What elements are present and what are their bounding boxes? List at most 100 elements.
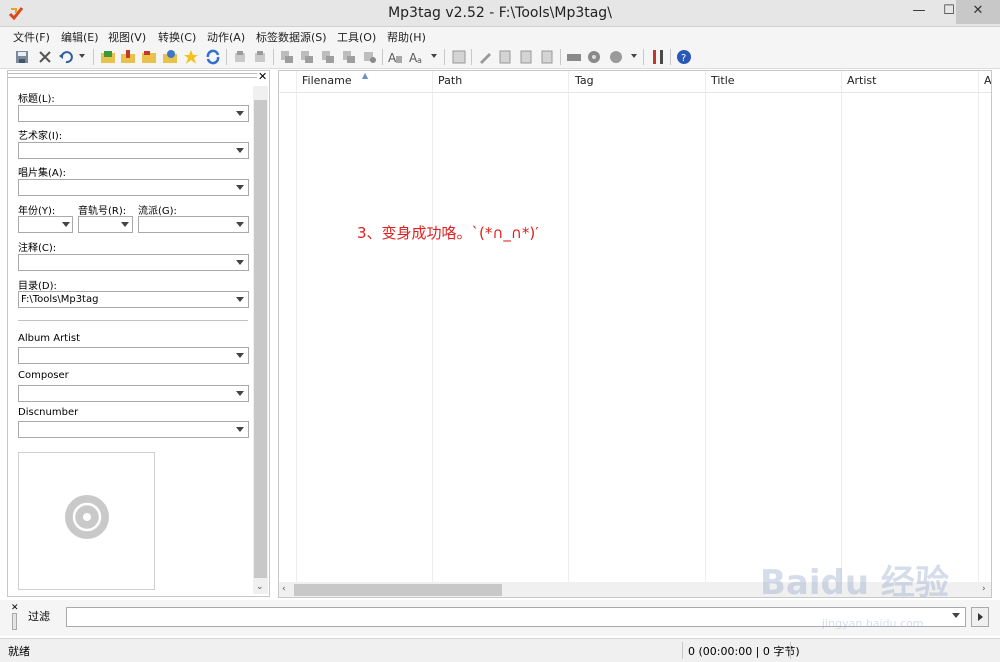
cover-art-box[interactable] [18,452,155,590]
scrollbar-thumb[interactable] [294,584,502,596]
chevron-down-icon[interactable] [62,222,70,227]
directory-label: 目录(D): [18,281,57,292]
scroll-left-icon[interactable]: ‹ [282,584,286,594]
sort-ascending-icon: ▲ [362,71,369,80]
column-path[interactable]: Path [438,74,462,87]
tools-icon[interactable] [650,49,666,65]
numbering-icon[interactable] [539,49,555,65]
album-label: 唱片集(A): [18,168,67,179]
help-icon[interactable]: ? [676,49,692,65]
header-divider [279,92,991,93]
case-dropdown-icon[interactable] [431,54,437,58]
actions-icon[interactable] [362,49,378,65]
composer-field[interactable] [18,385,249,402]
column-divider [841,71,842,583]
chevron-down-icon[interactable] [236,391,244,396]
year-label: 年份(Y): [18,206,56,217]
menu-actions[interactable]: 动作(A) [207,29,245,45]
folder-network-icon[interactable] [162,49,178,65]
title-label: 标题(L): [18,94,55,105]
undo-dropdown-icon[interactable] [79,54,85,58]
panel-scrollbar[interactable]: ⌄ [253,86,268,594]
album-artist-field[interactable] [18,347,249,364]
add-folder-icon[interactable] [120,49,136,65]
convert-tag-filename-icon[interactable] [299,49,315,65]
panel-grip[interactable] [7,73,257,78]
favorite-icon[interactable] [183,49,199,65]
chevron-down-icon[interactable] [236,222,244,227]
menu-convert[interactable]: 转换(C) [158,29,196,45]
genre-field[interactable] [138,216,249,233]
menu-view[interactable]: 视图(V) [108,29,146,45]
scroll-down-icon[interactable]: ⌄ [256,582,264,592]
playlist-icon[interactable] [141,49,157,65]
title-field[interactable] [18,105,249,122]
menu-tag-sources[interactable]: 标签数据源(S) [256,29,327,45]
extended-tags-icon[interactable] [451,49,467,65]
convert-tag-tag-icon[interactable] [320,49,336,65]
file-list[interactable]: ▲ Filename Path Tag Title Artist A ‹ › [278,70,992,598]
toolbar-separator [382,49,383,65]
panel-divider [18,320,248,321]
column-artist[interactable]: Artist [847,74,876,87]
minimize-button[interactable]: — [904,0,934,24]
discnumber-field[interactable] [18,421,249,438]
chevron-down-icon[interactable] [121,222,129,227]
panel-close-icon[interactable]: ✕ [258,70,267,83]
chevron-down-icon[interactable] [236,353,244,358]
directory-field[interactable]: F:\Tools\Mp3tag [18,291,249,308]
annotation-text: 3、变身成功咯。`(*∩_∩*)′ [357,224,539,242]
export-icon[interactable] [497,49,513,65]
chevron-down-icon[interactable] [236,260,244,265]
chevron-down-icon[interactable] [236,427,244,432]
column-title[interactable]: Title [711,74,735,87]
status-separator [790,642,791,659]
convert-filename-tag-icon[interactable] [279,49,295,65]
scrollbar-thumb[interactable] [254,100,267,578]
artist-label: 艺术家(I): [18,131,63,142]
toolbar-separator [670,49,671,65]
composer-label: Composer [18,370,69,381]
remove-tag-icon[interactable] [37,49,53,65]
case-conversion-icon[interactable]: Aa [408,49,424,65]
freedb-icon[interactable] [586,49,602,65]
convert-text-filename-icon[interactable] [341,49,357,65]
filter-go-button[interactable] [971,607,989,627]
chevron-down-icon[interactable] [236,185,244,190]
chevron-down-icon[interactable] [236,297,244,302]
column-divider [432,71,433,583]
chevron-down-icon[interactable] [236,148,244,153]
filter-label: 过滤 [28,610,50,623]
album-field[interactable] [18,179,249,196]
save-icon[interactable] [14,49,30,65]
scroll-right-icon[interactable]: › [982,584,986,594]
edit-icon[interactable] [477,49,493,65]
filter-grip[interactable] [12,613,17,630]
undo-icon[interactable] [58,49,74,65]
copy-tag-icon[interactable] [232,49,248,65]
comment-label: 注释(C): [18,243,57,254]
web-source-icon[interactable] [608,49,624,65]
toolbar-separator [444,49,445,65]
column-album[interactable]: A [984,74,991,87]
quick-actions-icon[interactable]: A [387,49,403,65]
menu-tools[interactable]: 工具(O) [337,29,376,45]
menu-help[interactable]: 帮助(H) [387,29,426,45]
open-folder-icon[interactable] [100,49,116,65]
toolbar-separator [643,49,644,65]
column-filename[interactable]: Filename [302,74,352,87]
comment-field[interactable] [18,254,249,271]
chevron-down-icon[interactable] [236,111,244,116]
paste-tag-icon[interactable] [252,49,268,65]
filter-close-icon[interactable]: ✕ [11,603,19,613]
web-source-dropdown-icon[interactable] [631,54,637,58]
close-button[interactable]: ✕ [956,0,1000,24]
toolbar-separator [560,49,561,65]
column-tag[interactable]: Tag [575,74,594,87]
artist-field[interactable] [18,142,249,159]
menu-edit[interactable]: 编辑(E) [61,29,99,45]
refresh-icon[interactable] [205,49,221,65]
menu-file[interactable]: 文件(F) [13,29,50,45]
options-icon[interactable] [566,49,582,65]
export-list-icon[interactable] [518,49,534,65]
